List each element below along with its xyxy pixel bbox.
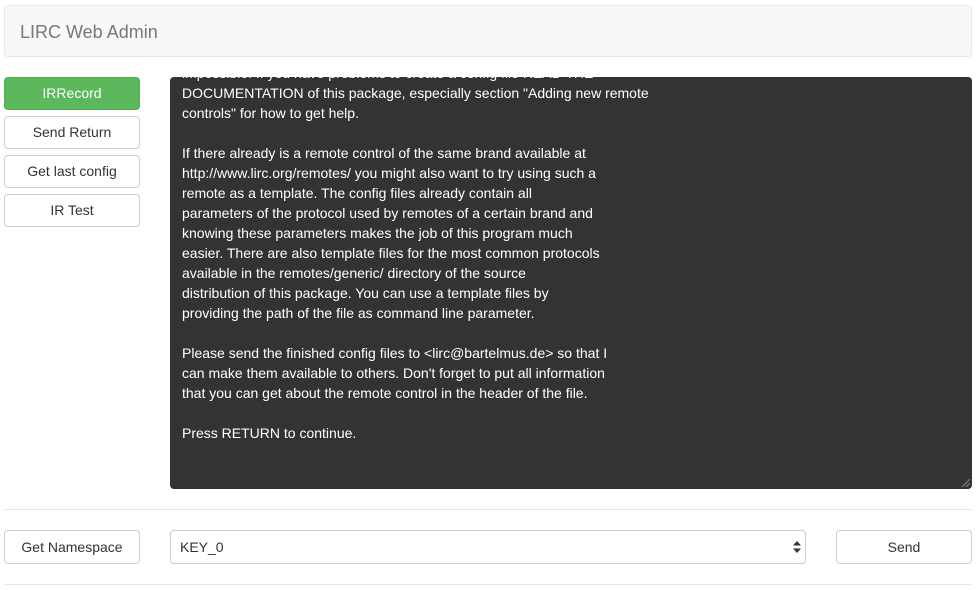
get-last-config-button[interactable]: Get last config xyxy=(4,155,140,188)
select-updown-icon xyxy=(793,541,801,553)
terminal-output[interactable]: impossible. If you have problems to crea… xyxy=(170,77,972,489)
divider-bottom xyxy=(4,584,972,585)
terminal-text: impossible. If you have problems to crea… xyxy=(182,77,649,441)
send-button[interactable]: Send xyxy=(836,530,972,564)
key-select[interactable]: KEY_0 xyxy=(170,530,806,564)
ir-test-button[interactable]: IR Test xyxy=(4,194,140,227)
navbar: LIRC Web Admin xyxy=(4,5,972,57)
divider-top xyxy=(4,509,972,510)
key-select-value: KEY_0 xyxy=(180,539,224,555)
app-brand[interactable]: LIRC Web Admin xyxy=(20,21,158,43)
get-namespace-button[interactable]: Get Namespace xyxy=(4,530,140,564)
send-return-button[interactable]: Send Return xyxy=(4,116,140,149)
resize-grip-icon[interactable] xyxy=(961,478,970,487)
irrecord-button[interactable]: IRRecord xyxy=(4,77,140,110)
